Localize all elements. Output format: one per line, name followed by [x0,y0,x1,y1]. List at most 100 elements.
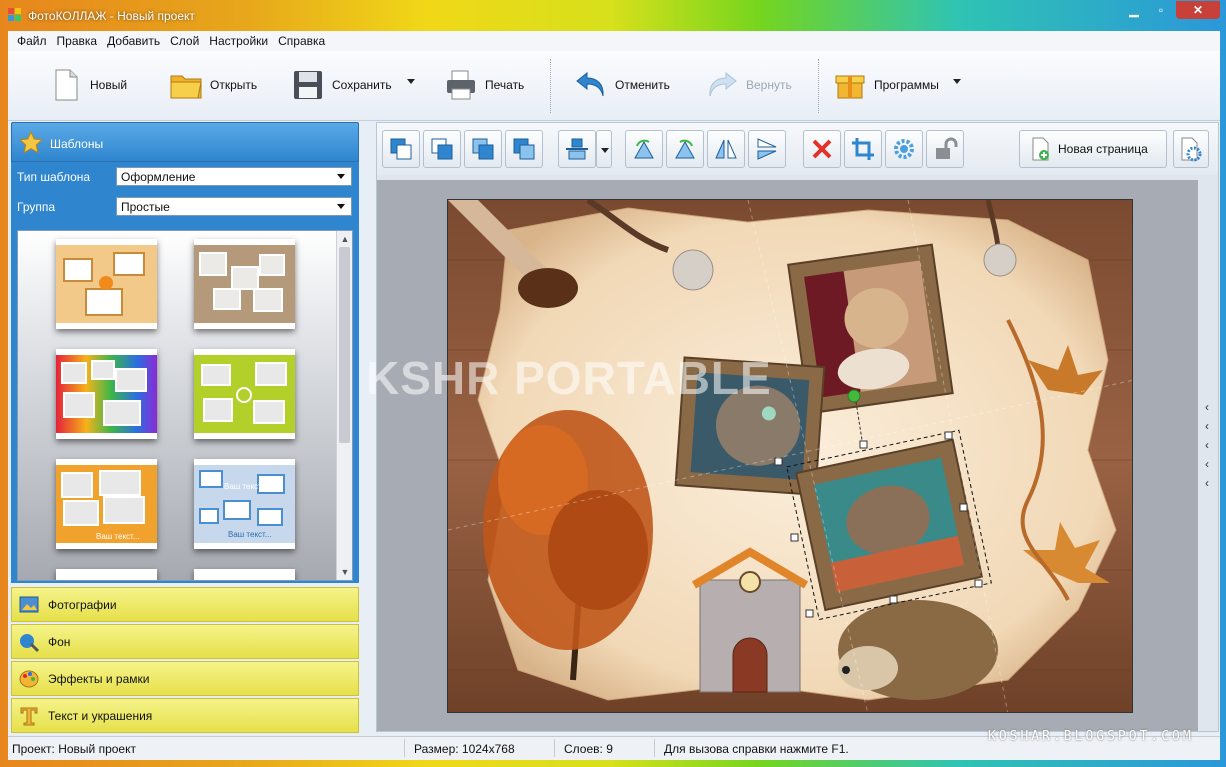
layer-down-button[interactable] [505,130,543,168]
align-button[interactable] [558,130,596,168]
app-icon [8,8,21,21]
save-button[interactable]: Сохранить [290,63,392,107]
new-page-icon [1032,137,1049,161]
canvas-toolbar: Новая страница [377,123,1218,175]
watermark-text: KSHR PORTABLE [366,352,772,404]
programs-label: Программы [874,78,939,92]
section-label: Фотографии [48,597,117,612]
menu-add[interactable]: Добавить [102,34,165,48]
open-label: Открыть [210,78,258,92]
collage-page[interactable] [447,199,1133,713]
scroll-down-icon[interactable]: ▼ [340,567,350,577]
rotate-right-button[interactable] [666,130,704,168]
new-label: Новый [90,78,128,92]
page-settings-button[interactable] [1173,130,1209,168]
template-thumbnail[interactable] [194,569,295,580]
crop-icon [852,138,874,160]
redo-button[interactable]: Вернуть [704,63,792,107]
open-button[interactable]: Открыть [168,63,257,107]
menu-bar: Файл Правка Добавить Слой Настройки Спра… [8,31,1220,51]
status-divider [654,739,655,757]
status-divider [404,739,405,757]
undo-arrow-icon [576,71,604,97]
gift-box-icon [835,75,865,99]
rotate-left-icon [634,139,654,159]
flip-vertical-button[interactable] [748,130,786,168]
menu-layer[interactable]: Слой [165,34,204,48]
main-toolbar: Новый Открыть Сохранить Печать Отменить [8,51,1220,121]
template-thumbnail[interactable]: Ваш текст... Ваш текст... [194,459,295,549]
text-t-icon [20,707,38,725]
template-thumbnail[interactable] [194,349,295,439]
templates-header[interactable]: Шаблоны [11,122,359,162]
template-list-scrollbar[interactable]: ▲ ▼ [336,231,352,580]
redo-label: Вернуть [746,78,792,92]
page-settings-icon [1181,137,1202,162]
rotate-left-button[interactable] [625,130,663,168]
scrollbar-thumb[interactable] [339,247,350,443]
menu-help[interactable]: Справка [273,34,330,48]
thumbnail-caption: Ваш текст... [228,530,271,539]
template-thumbnail[interactable] [56,569,157,580]
template-list: Ваш текст... Ваш текст... Ваш текст... ▲ … [17,230,353,581]
templates-header-label: Шаблоны [50,137,104,151]
layer-down-icon [513,138,535,160]
collage-image [448,200,1132,712]
delete-button[interactable] [803,130,841,168]
properties-button[interactable] [885,130,923,168]
chevron-down-icon [337,204,345,209]
toolbar-separator [818,59,820,113]
menu-file[interactable]: Файл [12,34,52,48]
menu-settings[interactable]: Настройки [204,34,273,48]
template-thumbnail[interactable]: Ваш текст... [56,459,157,549]
template-thumbnail[interactable] [56,239,157,329]
flip-horizontal-icon [715,139,737,159]
thumbnail-caption: Ваш текст... [224,482,267,491]
template-thumbnail[interactable] [194,239,295,329]
section-background[interactable]: Фон [11,624,359,659]
folder-icon [170,75,202,99]
redo-arrow-icon [709,71,737,97]
flip-horizontal-button[interactable] [707,130,745,168]
section-effects[interactable]: Эффекты и рамки [11,661,359,696]
crop-button[interactable] [844,130,882,168]
status-divider [554,739,555,757]
canvas-area: Новая страница [376,122,1219,732]
photo-icon [19,596,39,612]
align-dropdown-icon[interactable] [596,130,612,168]
printer-icon [447,70,475,100]
section-photos[interactable]: Фотографии [11,587,359,622]
send-to-back-button[interactable] [423,130,461,168]
gear-icon [894,139,914,159]
lock-button[interactable] [926,130,964,168]
title-bar: ФотоКОЛЛАЖ - Новый проект ▁ ▫ ✕ [0,0,1226,30]
template-type-select[interactable]: Оформление [116,167,352,186]
print-label: Печать [485,78,525,92]
print-button[interactable]: Печать [443,63,524,107]
template-thumbnail[interactable] [56,349,157,439]
undo-button[interactable]: Отменить [573,63,670,107]
section-label: Текст и украшения [48,708,153,723]
layers-front-icon [390,138,412,160]
section-text[interactable]: Текст и украшения [11,698,359,733]
programs-dropdown-icon[interactable] [953,79,961,84]
save-dropdown-icon[interactable] [407,79,415,84]
minimize-button[interactable]: ▁ [1122,1,1146,19]
chevron-down-icon [337,174,345,179]
programs-button[interactable]: Программы [832,63,939,107]
layers-back-icon [431,138,453,160]
menu-edit[interactable]: Правка [52,34,103,48]
undo-label: Отменить [615,78,670,92]
window-title: ФотоКОЛЛАЖ - Новый проект [28,9,195,23]
side-panel-toggle-icons[interactable]: ‹ ‹ ‹ ‹ ‹ [1205,398,1215,493]
section-label: Фон [48,634,71,649]
bring-to-front-button[interactable] [382,130,420,168]
new-page-button[interactable]: Новая страница [1019,130,1167,168]
close-button[interactable]: ✕ [1176,1,1220,19]
align-icon [566,138,588,160]
scroll-up-icon[interactable]: ▲ [340,234,350,244]
group-select[interactable]: Простые [116,197,352,216]
layer-up-button[interactable] [464,130,502,168]
maximize-button[interactable]: ▫ [1148,1,1174,19]
new-button[interactable]: Новый [48,63,127,107]
